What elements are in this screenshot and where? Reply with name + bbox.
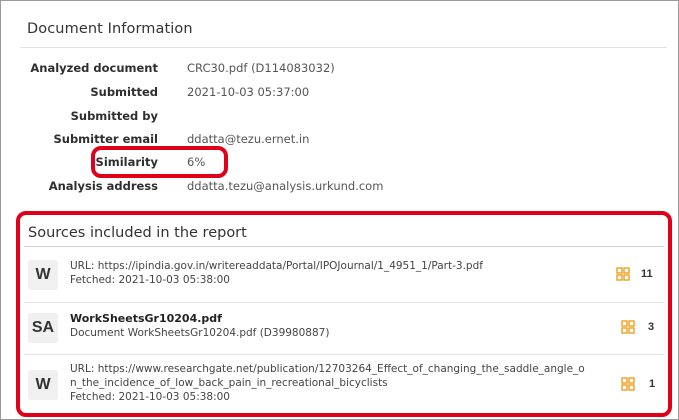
info-value: CRC30.pdf (D114083032) bbox=[187, 61, 335, 75]
info-row-submitted-by: Submitted by bbox=[0, 106, 679, 126]
divider bbox=[20, 47, 667, 48]
info-value: 2021-10-03 05:37:00 bbox=[187, 85, 310, 99]
info-value: ddatta.tezu@analysis.urkund.com bbox=[187, 179, 384, 193]
info-label: Submitted bbox=[90, 85, 158, 99]
sources-highlight-box bbox=[16, 211, 672, 417]
similarity-highlight-box bbox=[91, 146, 228, 178]
info-row-analyzed-document: Analyzed document CRC30.pdf (D114083032) bbox=[0, 58, 679, 78]
document-information-title: Document Information bbox=[27, 21, 193, 37]
info-row-analysis-address: Analysis address ddatta.tezu@analysis.ur… bbox=[0, 176, 679, 196]
info-label: Analyzed document bbox=[30, 61, 158, 75]
info-label: Submitted by bbox=[70, 109, 158, 123]
info-label: Analysis address bbox=[48, 179, 158, 193]
info-row-submitted: Submitted 2021-10-03 05:37:00 bbox=[0, 82, 679, 102]
